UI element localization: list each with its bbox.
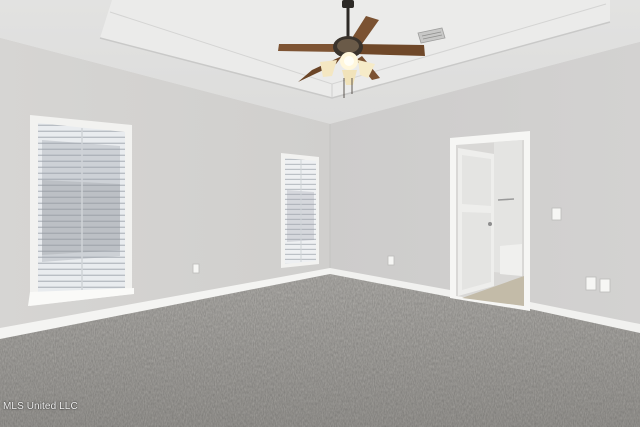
window-left (28, 115, 134, 306)
wall-outlet-icon (599, 278, 611, 293)
door (458, 148, 494, 296)
window-middle (281, 153, 319, 268)
light-switch-icon (551, 207, 562, 221)
wall-outlet-icon (585, 276, 597, 291)
wall-outlet-icon (192, 263, 200, 274)
watermark-text: MLS United LLC (3, 401, 78, 412)
wall-outlet-icon (387, 255, 395, 266)
room-illustration (0, 0, 640, 427)
room-photo: MLS United LLC (0, 0, 640, 427)
